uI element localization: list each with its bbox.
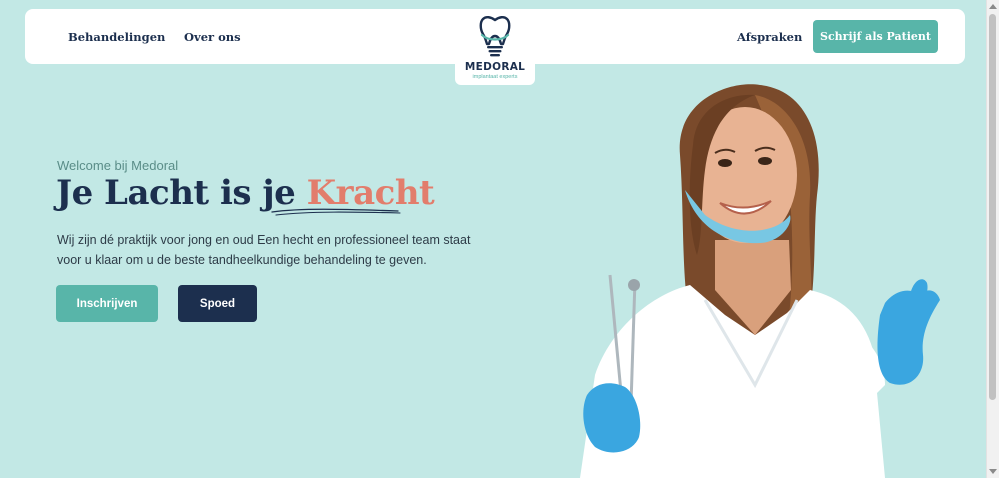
nav-link-afspraken[interactable]: Afspraken xyxy=(737,30,802,44)
signup-button[interactable]: Inschrijven xyxy=(56,285,158,322)
logo[interactable]: MEDORAL implantaat experts xyxy=(455,9,535,85)
register-patient-button[interactable]: Schrijf als Patient xyxy=(813,20,938,53)
logo-tagline: implantaat experts xyxy=(472,74,518,80)
welcome-text: Welcome bij Medoral xyxy=(57,158,179,173)
smiling-dentist-photo xyxy=(580,84,940,478)
logo-name: MEDORAL xyxy=(464,61,526,73)
nav-link-over-ons[interactable]: Over ons xyxy=(184,30,241,44)
tooth-implant-icon xyxy=(479,16,511,57)
scroll-down-arrow-icon[interactable] xyxy=(989,469,997,474)
scroll-up-arrow-icon[interactable] xyxy=(989,4,997,9)
vertical-scrollbar[interactable] xyxy=(986,0,999,478)
nav-link-behandelingen[interactable]: Behandelingen xyxy=(68,30,165,44)
hero-description: Wij zijn dé praktijk voor jong en oud Ee… xyxy=(57,233,471,267)
headline-underline-decoration xyxy=(271,208,401,216)
emergency-button[interactable]: Spoed xyxy=(178,285,257,322)
scrollbar-thumb[interactable] xyxy=(989,14,996,400)
